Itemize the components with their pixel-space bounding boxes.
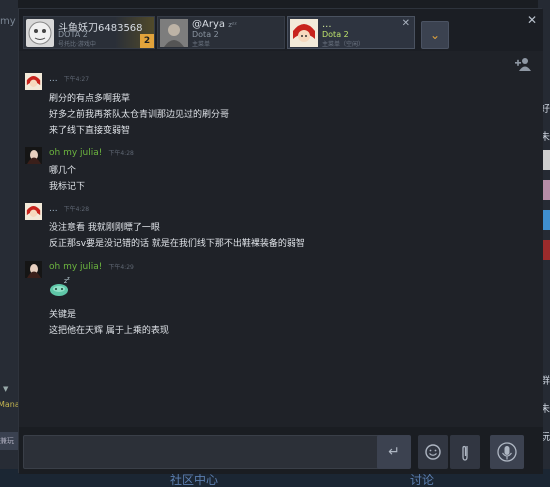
avatar [25,261,42,278]
message-text: 好多之前我再茶队太仓青训那边见过的刷分哥 [49,110,230,120]
avatar [26,19,54,47]
chat-tabs-dropdown-button[interactable]: ⌄ [421,21,449,49]
compose-bar: ↵ [19,427,543,474]
message-group: oh my julia! 下午4:28 哪几个 我标记下 [25,147,505,192]
message-time: 下午4:28 [63,206,90,213]
paperclip-icon [462,445,468,461]
avatar [290,19,318,47]
emoji-icon [425,444,441,460]
avatar [25,203,42,220]
chevron-down-icon: ⌄ [429,28,441,42]
message-sender: oh my julia! 下午4:28 [49,148,134,158]
avatar [160,19,188,47]
message-group: ... 下午4:27 刷分的有点多啊我草 好多之前我再茶队太仓青训那边见过的刷分哥… [25,73,505,136]
message-group: ... 下午4:28 没注意看 我就刚刚瞟了一眼 反正那sv要是没记错的话 就是在… [25,203,505,249]
message-text: 关键是 [49,310,77,320]
sleepy-emoticon: zz [49,276,71,300]
message-time: 下午4:27 [63,76,90,83]
message-time: 下午4:29 [108,264,134,271]
message-text: 哪几个 [49,166,77,176]
background-button[interactable]: 兼玩 [0,432,18,450]
chat-tab-bar: 斗鱼妖刀6483568 DOTA 2 号托比·游戏中 2 @Arya zᶻᶻ D… [19,9,543,51]
tab-friend-name: @Arya zᶻᶻ [192,19,237,30]
close-tab-icon[interactable]: ✕ [402,18,410,29]
message-group: oh my julia! 下午4:29 zz 关键是 这把他在天辉 属于上乘的表现 [25,261,505,341]
background-friends-panel: my ▼ Mana 兼玩 [0,0,20,487]
screen: my ▼ Mana 兼玩 好 未 群 未 玩 社区中心 讨论 斗鱼妖刀64835… [0,0,550,487]
message-text: 没注意看 我就刚刚瞟了一眼 [49,223,160,233]
tab-status-text: 主菜单（空闲） [322,41,365,48]
message-sender: ... 下午4:28 [49,204,90,214]
voice-chat-button[interactable] [490,435,524,469]
message-input[interactable] [23,435,389,469]
send-button[interactable]: ↵ [377,435,411,469]
message-text: 刷分的有点多啊我草 [49,94,131,104]
background-manage-text: Mana [0,400,20,409]
chat-tab[interactable]: @Arya zᶻᶻ Dota 2 主菜单 [157,16,285,49]
away-status-icon: zᶻᶻ [228,21,237,29]
attach-button[interactable] [450,435,480,469]
message-text: 反正那sv要是没记错的话 就是在我们线下那不出鞋裸装备的弱智 [49,239,305,249]
unread-badge: 2 [140,34,154,48]
microphone-icon [497,442,517,462]
message-sender: oh my julia! 下午4:29 [49,262,134,272]
tab-game-name: Dota 2 [192,30,219,39]
message-thread: ... 下午4:27 刷分的有点多啊我草 好多之前我再茶队太仓青训那边见过的刷分哥… [19,51,543,427]
tab-game-name: DOTA 2 [58,30,88,39]
avatar [25,147,42,164]
message-text: 来了线下直接变弱智 [49,126,131,136]
message-text: 这把他在天辉 属于上乘的表现 [49,326,169,336]
tab-friend-name: ... [322,19,332,30]
tab-status-text: 主菜单 [192,41,211,48]
message-sender: ... 下午4:27 [49,74,90,84]
tab-status-text: 号托比·游戏中 [58,41,96,48]
tab-game-name: Dota 2 [322,30,349,39]
enter-icon: ↵ [388,444,400,460]
message-text: 我标记下 [49,182,86,192]
background-peek-text: my [0,16,16,27]
close-icon[interactable]: ✕ [527,13,537,27]
add-friend-icon[interactable] [515,57,531,74]
avatar [25,73,42,90]
emoticon-button[interactable] [418,435,448,469]
chat-tab[interactable]: 斗鱼妖刀6483568 DOTA 2 号托比·游戏中 2 [23,16,155,49]
chat-tab-active[interactable]: ... Dota 2 主菜单（空闲） ✕ [287,16,415,49]
chat-window: 斗鱼妖刀6483568 DOTA 2 号托比·游戏中 2 @Arya zᶻᶻ D… [18,8,543,474]
svg-text:z: z [67,277,70,282]
message-time: 下午4:28 [108,150,134,157]
background-arrow-icon: ▼ [3,385,9,393]
